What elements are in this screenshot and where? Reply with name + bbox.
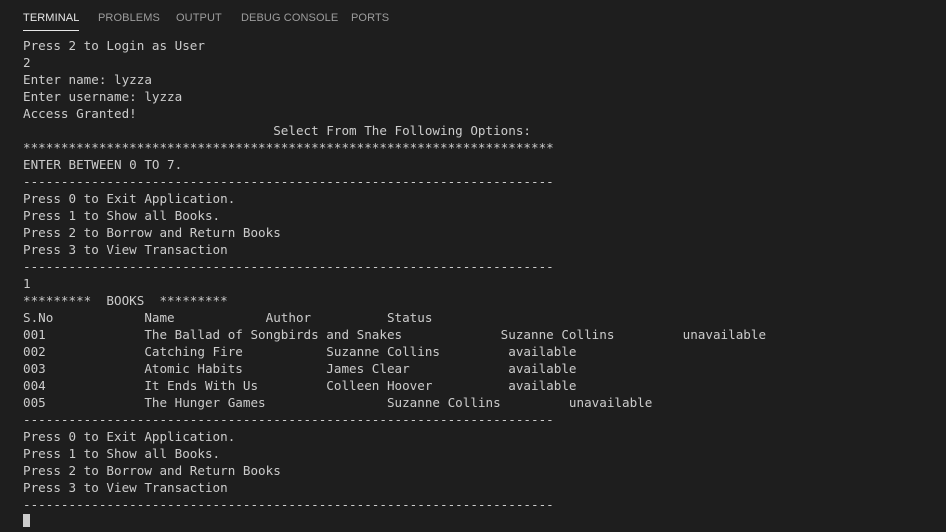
terminal-line: Press 1 to Show all Books. — [23, 208, 221, 223]
terminal-line: Press 2 to Borrow and Return Books — [23, 225, 281, 240]
terminal-line: Press 0 to Exit Application. — [23, 191, 236, 206]
terminal-line: ----------------------------------------… — [23, 259, 554, 274]
terminal-line: 005 The Hunger Games Suzanne Collins una… — [23, 395, 653, 410]
tab-problems[interactable]: PROBLEMS — [98, 10, 160, 26]
terminal-line: 003 Atomic Habits James Clear available — [23, 361, 577, 376]
terminal-line: 2 — [23, 55, 31, 70]
terminal-line: Press 2 to Borrow and Return Books — [23, 463, 281, 478]
terminal-line: Press 1 to Show all Books. — [23, 446, 221, 461]
tab-terminal[interactable]: TERMINAL — [23, 10, 80, 31]
terminal-line: Select From The Following Options: — [23, 123, 531, 138]
terminal-line: Enter username: lyzza — [23, 89, 183, 104]
terminal-line: ----------------------------------------… — [23, 174, 554, 189]
terminal-line: 004 It Ends With Us Colleen Hoover avail… — [23, 378, 577, 393]
terminal-panel: TERMINAL PROBLEMS OUTPUT DEBUG CONSOLE P… — [0, 0, 946, 532]
terminal-cursor — [23, 514, 30, 527]
terminal-line: Access Granted! — [23, 106, 137, 121]
tab-output[interactable]: OUTPUT — [176, 10, 222, 26]
terminal-line: 002 Catching Fire Suzanne Collins availa… — [23, 344, 577, 359]
tab-ports[interactable]: PORTS — [351, 10, 389, 26]
panel-tab-bar: TERMINAL PROBLEMS OUTPUT DEBUG CONSOLE P… — [0, 0, 946, 34]
terminal-line: ********* BOOKS ********* — [23, 293, 228, 308]
terminal-line: Press 3 to View Transaction — [23, 480, 228, 495]
terminal-line: ENTER BETWEEN 0 TO 7. — [23, 157, 183, 172]
terminal-line: 1 — [23, 276, 31, 291]
terminal-line: Press 0 to Exit Application. — [23, 429, 236, 444]
terminal-line: Enter name: lyzza — [23, 72, 152, 87]
terminal-line: Press 2 to Login as User — [23, 38, 205, 53]
terminal-line: ----------------------------------------… — [23, 497, 554, 512]
terminal-output[interactable]: Press 2 to Login as User 2 Enter name: lyz… — [23, 37, 938, 527]
terminal-line: ****************************************… — [23, 140, 554, 155]
terminal-line: ----------------------------------------… — [23, 412, 554, 427]
terminal-line: Press 3 to View Transaction — [23, 242, 228, 257]
tab-debug-console[interactable]: DEBUG CONSOLE — [241, 10, 338, 26]
terminal-line: 001 The Ballad of Songbirds and Snakes S… — [23, 327, 767, 342]
terminal-line: S.No Name Author Status — [23, 310, 433, 325]
